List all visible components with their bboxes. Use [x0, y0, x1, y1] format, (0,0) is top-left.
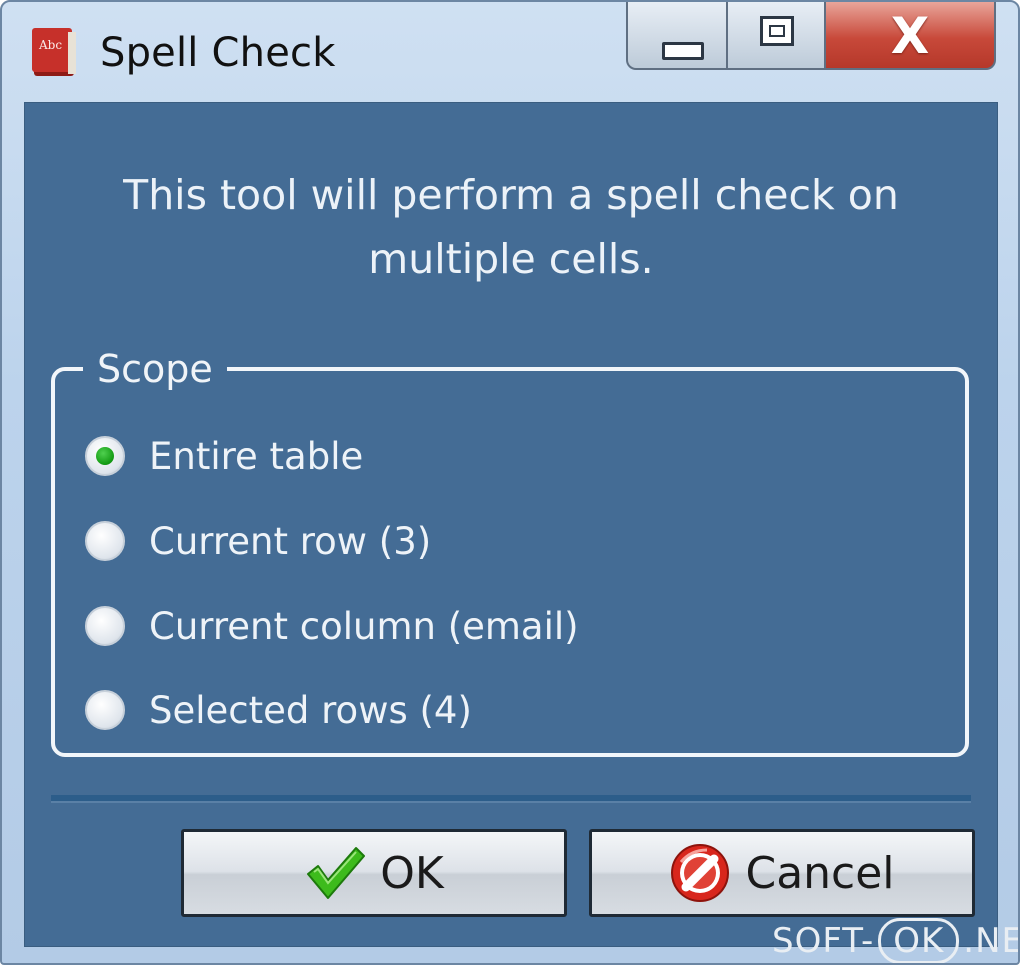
- maximize-icon: [760, 16, 794, 46]
- ok-label: OK: [380, 847, 444, 899]
- watermark-part-2: OK: [878, 918, 960, 963]
- title-bar[interactable]: Abc Spell Check X: [2, 2, 1018, 102]
- dialog-panel: This tool will perform a spell check on …: [24, 102, 998, 947]
- radio-current-column[interactable]: Current column (email): [85, 604, 579, 648]
- window-title: Spell Check: [100, 30, 336, 76]
- scope-legend: Scope: [83, 345, 227, 393]
- minimize-icon: [662, 42, 704, 60]
- no-entry-icon: [671, 844, 730, 902]
- watermark: SOFT- OK .NET: [772, 918, 1018, 963]
- cancel-label: Cancel: [745, 847, 895, 899]
- intro-text: This tool will perform a spell check on …: [25, 163, 997, 291]
- intro-line-2: multiple cells.: [368, 235, 654, 283]
- radio-selected-rows[interactable]: Selected rows (4): [85, 688, 472, 732]
- separator: [51, 795, 971, 803]
- scope-group: Scope Entire table Current row (3) Curre…: [51, 345, 969, 757]
- radio-label: Current row (3): [149, 519, 432, 563]
- radio-current-row[interactable]: Current row (3): [85, 519, 431, 563]
- radio-entire-table[interactable]: Entire table: [85, 434, 363, 478]
- minimize-button[interactable]: [626, 2, 728, 70]
- radio-button[interactable]: [85, 521, 125, 561]
- close-button[interactable]: X: [824, 2, 996, 70]
- maximize-button[interactable]: [726, 2, 826, 70]
- radio-button[interactable]: [85, 690, 125, 730]
- caption-buttons: X: [626, 2, 996, 72]
- ok-button[interactable]: OK: [181, 829, 567, 917]
- watermark-part-3: .NET: [963, 921, 1018, 961]
- spell-check-window: Abc Spell Check X This tool will perform…: [0, 0, 1020, 965]
- svg-text:Abc: Abc: [38, 38, 62, 52]
- radio-label: Current column (email): [149, 604, 579, 648]
- radio-label: Entire table: [149, 434, 364, 478]
- cancel-button[interactable]: Cancel: [589, 829, 975, 917]
- radio-label: Selected rows (4): [149, 688, 472, 732]
- radio-button[interactable]: [85, 606, 125, 646]
- close-icon: X: [890, 7, 930, 65]
- intro-line-1: This tool will perform a spell check on: [123, 171, 899, 219]
- radio-button-checked[interactable]: [85, 436, 125, 476]
- watermark-part-1: SOFT-: [772, 921, 875, 961]
- book-abc-icon: Abc: [32, 28, 76, 76]
- checkmark-icon: [307, 847, 366, 899]
